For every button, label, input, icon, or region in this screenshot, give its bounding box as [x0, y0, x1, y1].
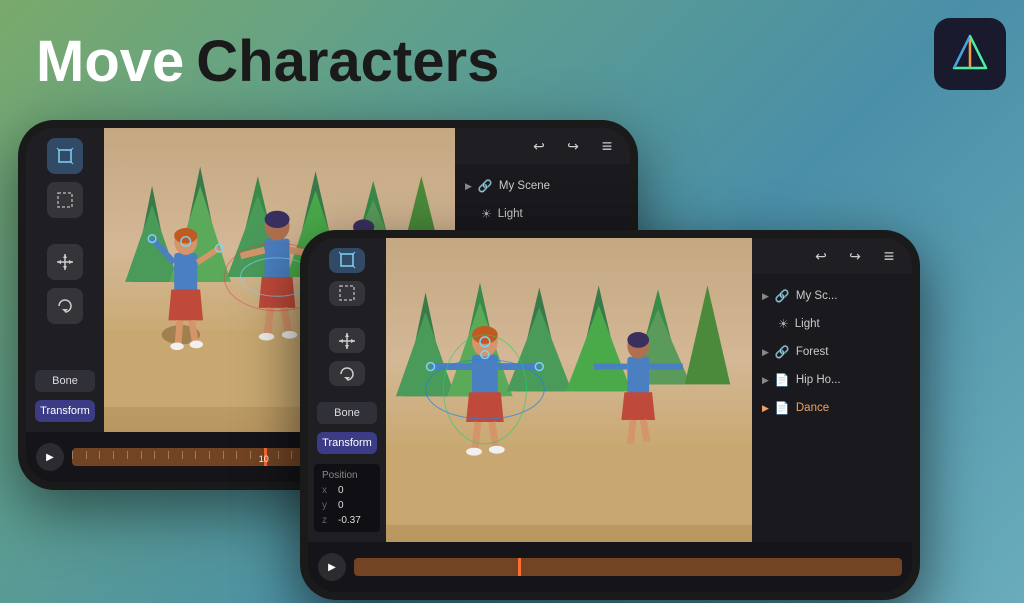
timeline-tick [195, 451, 209, 459]
scene-item-icon: 🔗 [478, 179, 493, 193]
front-timeline-marker [518, 558, 521, 576]
front-scene-svg [386, 238, 752, 525]
front-cube-icon[interactable] [329, 248, 365, 273]
timeline-tick [223, 451, 237, 459]
transform-button[interactable]: Transform [35, 400, 95, 422]
panel-item-scene[interactable]: ▶ 🔗 My Scene [455, 172, 630, 200]
scene-expand-icon: ▶ [465, 181, 472, 192]
timeline-tick [278, 451, 292, 459]
front-transform-button[interactable]: Transform [317, 432, 377, 454]
front-dance-item-icon: 📄 [775, 401, 790, 415]
pos-x-val: 0 [338, 485, 344, 496]
pos-x-row: x 0 [322, 483, 372, 498]
scene-label: My Scene [499, 180, 550, 192]
select-icon[interactable] [47, 182, 83, 218]
move-arrow-icon[interactable] [47, 244, 83, 280]
front-dance-label: Dance [796, 402, 829, 414]
front-scene-expand-icon: ▶ [762, 291, 769, 302]
timeline-number: 10 [259, 454, 269, 464]
phone-back-topbar-icons: ↩ ↪ ≡ [526, 133, 620, 159]
title-characters: Characters [196, 29, 499, 94]
phone-front-left-toolbar: Bone Transform Position x 0 y 0 z -0.37 [308, 238, 386, 542]
front-undo-icon[interactable]: ↩ [808, 243, 834, 269]
timeline-tick [99, 451, 113, 459]
timeline-tick [236, 451, 250, 459]
pos-z-row: z -0.37 [322, 513, 372, 528]
phone-back-left-toolbar: Bone Transform [26, 128, 104, 432]
app-logo-icon [948, 32, 992, 76]
pos-y-row: y 0 [322, 498, 372, 513]
front-play-icon: ▶ [328, 562, 336, 573]
front-hiphop-expand-icon: ▶ [762, 375, 769, 386]
light-label: Light [498, 208, 523, 220]
front-panel-item-scene[interactable]: ▶ 🔗 My Sc... [752, 282, 912, 310]
front-move-icon[interactable] [329, 328, 365, 353]
front-rotate-icon[interactable] [329, 361, 365, 386]
timeline-tick [168, 451, 182, 459]
front-panel-item-light[interactable]: ☀ Light [752, 310, 912, 338]
app-icon[interactable] [934, 18, 1006, 90]
front-redo-icon[interactable]: ↪ [842, 243, 868, 269]
timeline-tick [141, 451, 155, 459]
panel-item-light[interactable]: ☀ Light [455, 200, 630, 228]
front-hiphop-label: Hip Ho... [796, 374, 841, 386]
position-label: Position [322, 468, 372, 483]
phone-front: Animation ↩ ↪ ≡ [300, 230, 920, 600]
phone-front-screen: Animation ↩ ↪ ≡ [308, 238, 912, 592]
title-area: MoveCharacters [36, 28, 499, 95]
redo-icon[interactable]: ↪ [560, 133, 586, 159]
front-forest-expand-icon: ▶ [762, 347, 769, 358]
front-hiphop-item-icon: 📄 [775, 373, 790, 387]
front-panel-item-dance[interactable]: ▶ 📄 Dance [752, 394, 912, 422]
cube-icon[interactable] [47, 138, 83, 174]
menu-icon[interactable]: ≡ [594, 133, 620, 159]
timeline-tick [154, 451, 168, 459]
timeline-tick [86, 451, 100, 459]
front-forest-item-icon: 🔗 [775, 345, 790, 359]
rotate-icon[interactable] [47, 288, 83, 324]
pos-x-axis: x [322, 485, 334, 496]
timeline-tick [182, 451, 196, 459]
timeline-tick [209, 451, 223, 459]
front-bone-button[interactable]: Bone [317, 402, 377, 424]
light-icon: ☀ [481, 207, 492, 221]
timeline-tick [113, 451, 127, 459]
front-light-label: Light [795, 318, 820, 330]
front-select-icon[interactable] [329, 281, 365, 306]
front-panel-item-hiphop[interactable]: ▶ 📄 Hip Ho... [752, 366, 912, 394]
pos-z-axis: z [322, 515, 334, 526]
front-light-icon: ☀ [778, 317, 789, 331]
phone-front-topbar-icons: ↩ ↪ ≡ [808, 243, 902, 269]
timeline-tick [127, 451, 141, 459]
front-panel-item-forest[interactable]: ▶ 🔗 Forest [752, 338, 912, 366]
front-dance-expand-icon: ▶ [762, 403, 769, 414]
play-button[interactable]: ▶ [36, 443, 64, 471]
front-play-button[interactable]: ▶ [318, 553, 346, 581]
front-scene-label: My Sc... [796, 290, 838, 302]
undo-icon[interactable]: ↩ [526, 133, 552, 159]
front-timeline-track[interactable] [354, 558, 902, 576]
pos-y-axis: y [322, 500, 334, 511]
pos-y-val: 0 [338, 500, 344, 511]
position-fields: Position x 0 y 0 z -0.37 [314, 464, 380, 532]
title-move: Move [36, 29, 184, 94]
front-scene-item-icon: 🔗 [775, 289, 790, 303]
timeline-tick [72, 451, 86, 459]
play-icon: ▶ [46, 452, 54, 463]
phone-front-right-panel: ▶ 🔗 My Sc... ☀ Light ▶ 🔗 Forest ▶ 📄 Hip … [752, 274, 912, 542]
bone-button[interactable]: Bone [35, 370, 95, 392]
front-menu-icon[interactable]: ≡ [876, 243, 902, 269]
phone-front-timeline: ▶ [308, 542, 912, 592]
pos-z-val: -0.37 [338, 515, 361, 526]
phone-front-scene [386, 238, 752, 542]
front-forest-label: Forest [796, 346, 829, 358]
